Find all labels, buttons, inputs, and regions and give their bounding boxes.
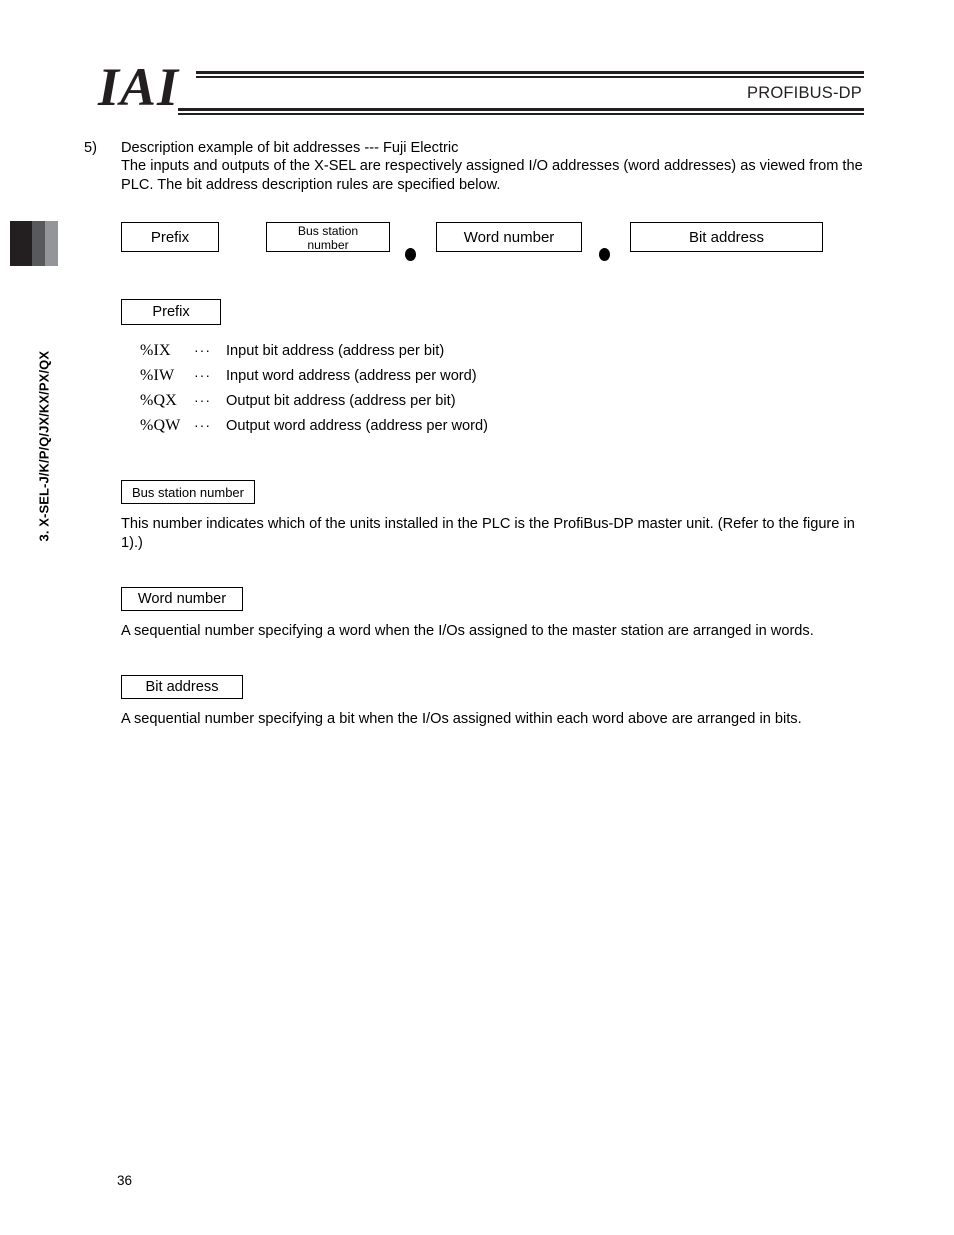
document-page: IAI PROFIBUS-DP 3. X-SEL-J/K/P/Q/JX/KX/P… bbox=[0, 0, 954, 1235]
word-number-paragraph: A sequential number specifying a word wh… bbox=[121, 623, 814, 639]
diagram-box-bus-station-number: Bus station number bbox=[266, 222, 390, 252]
section-number: 5) bbox=[84, 140, 97, 156]
diagram-box-bus-station-number-line: number bbox=[307, 238, 349, 252]
prefix-description: Output bit address (address per bit) bbox=[226, 393, 456, 409]
prefix-legend-row: %IX ··· Input bit address (address per b… bbox=[140, 342, 488, 367]
prefix-legend-row: %IW ··· Input word address (address per … bbox=[140, 367, 488, 392]
prefix-description: Output word address (address per word) bbox=[226, 418, 488, 434]
prefix-ellipsis: ··· bbox=[194, 367, 211, 383]
diagram-separator-dot-1 bbox=[405, 248, 416, 261]
prefix-code: %IX bbox=[140, 342, 171, 359]
section-intro-paragraph: The inputs and outputs of the X-SEL are … bbox=[121, 158, 863, 193]
diagram-box-prefix: Prefix bbox=[121, 222, 219, 252]
prefix-legend-row: %QX ··· Output bit address (address per … bbox=[140, 392, 488, 417]
prefix-code: %QW bbox=[140, 417, 181, 434]
prefix-code: %QX bbox=[140, 392, 178, 409]
prefix-description: Input word address (address per word) bbox=[226, 368, 477, 384]
section-title: Description example of bit addresses ---… bbox=[121, 140, 459, 156]
diagram-separator-dot-2 bbox=[599, 248, 610, 261]
subsection-heading-bus-station-number: Bus station number bbox=[121, 480, 255, 504]
header-rule-bottom-thin bbox=[178, 113, 864, 115]
page-header: IAI PROFIBUS-DP bbox=[0, 0, 954, 130]
subsection-heading-prefix: Prefix bbox=[121, 299, 221, 325]
subsection-heading-bit-address: Bit address bbox=[121, 675, 243, 699]
bit-address-paragraph: A sequential number specifying a bit whe… bbox=[121, 711, 802, 727]
subsection-heading-word-number: Word number bbox=[121, 587, 243, 611]
bus-station-number-paragraph: This number indicates which of the units… bbox=[121, 516, 855, 551]
prefix-code: %IW bbox=[140, 367, 175, 384]
diagram-box-bus-station-number-line: Bus station bbox=[297, 224, 359, 238]
prefix-ellipsis: ··· bbox=[194, 342, 211, 358]
iai-logo: IAI bbox=[98, 57, 180, 117]
header-rule-top-thick bbox=[196, 71, 864, 74]
chapter-tab-bar-dark bbox=[10, 221, 32, 266]
prefix-description: Input bit address (address per bit) bbox=[226, 343, 445, 359]
page-number: 36 bbox=[117, 1173, 133, 1188]
diagram-box-bit-address: Bit address bbox=[630, 222, 823, 252]
header-rule-bottom-thick bbox=[178, 108, 864, 111]
diagram-box-word-number: Word number bbox=[436, 222, 582, 252]
prefix-legend-list: %IX ··· Input bit address (address per b… bbox=[140, 342, 488, 442]
prefix-ellipsis: ··· bbox=[194, 417, 211, 433]
prefix-ellipsis: ··· bbox=[194, 392, 211, 408]
chapter-side-label: 3. X-SEL-J/K/P/Q/JX/KX/PX/QX bbox=[36, 350, 52, 542]
header-title: PROFIBUS-DP bbox=[747, 84, 862, 102]
prefix-legend-row: %QW ··· Output word address (address per… bbox=[140, 417, 488, 442]
header-rule-top-thin bbox=[196, 76, 864, 78]
